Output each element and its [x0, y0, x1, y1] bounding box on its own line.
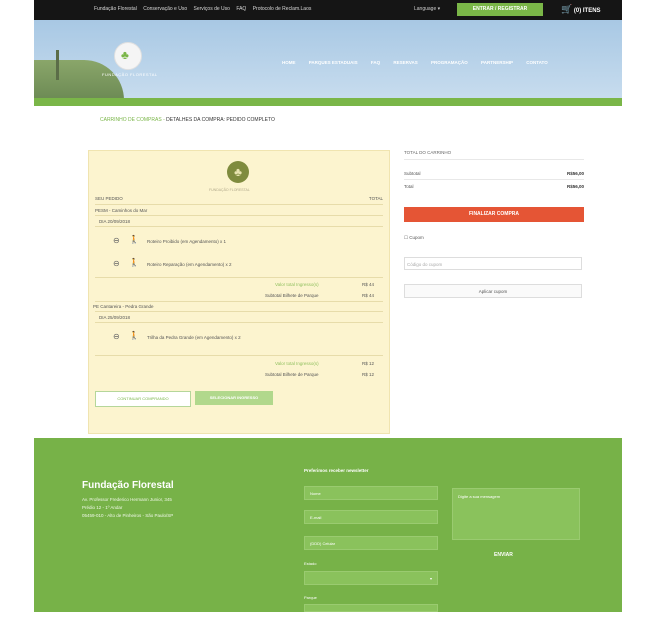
main-nav: HOME PARQUES ESTADUAIS FAQ RESERVAS PROG… [282, 60, 560, 65]
total-row: Total R$56,00 [404, 184, 584, 189]
subtotal-amount: R$56,00 [566, 171, 584, 176]
total-col-label: TOTAL [368, 196, 383, 201]
breadcrumb-link[interactable]: CARRINHO DE COMPRAS [100, 117, 162, 123]
apply-coupon-button[interactable]: Aplicar cupom [404, 284, 582, 298]
total-label: Total [404, 184, 414, 189]
divider [95, 311, 383, 312]
coupon-checkbox[interactable]: ☐ Cupom [404, 235, 424, 241]
address-line: 05459-010 - Alto de Pinheiros - São Paul… [82, 513, 174, 518]
subtotal-label: Valor total Ingresso(s) [275, 361, 319, 366]
address-line: Prédio 12 - 1º Andar [82, 505, 123, 510]
footer-org-name: Fundação Florestal [82, 480, 174, 491]
nav-item[interactable]: CONTATO [526, 60, 548, 65]
coupon-input[interactable]: Código do cupom [404, 257, 582, 270]
phone-field[interactable]: (DDD) Celular [304, 536, 438, 550]
hiker-icon: 🚶 [129, 331, 139, 340]
cart-icon: 🛒 [561, 4, 573, 14]
breadcrumb: CARRINHO DE COMPRAS - DETALHES DA COMPRA… [100, 117, 275, 123]
nav-item[interactable]: RESERVAS [393, 60, 417, 65]
hill-illustration [34, 60, 124, 100]
tree-logo-icon: ♣ [227, 161, 249, 183]
page-frame: Fundação Florestal Conservação e Uso Ser… [34, 0, 622, 639]
address-line: Av. Professor Frederico Hermann Junior, … [82, 497, 172, 502]
divider [95, 355, 383, 356]
state-select[interactable]: ▾ [304, 571, 438, 585]
checkout-button[interactable]: FINALIZAR COMPRA [404, 207, 584, 222]
cart-item: Trilha da Pedra Grande (em Agendamento) … [147, 335, 241, 340]
hiker-icon: 🚶 [129, 235, 139, 244]
login-button[interactable]: ENTRAR / REGISTRAR [457, 3, 543, 16]
header-stripe [34, 98, 622, 106]
state-label: Estado [304, 561, 317, 566]
continue-shopping-button[interactable]: CONTINUAR COMPRANDO [95, 391, 191, 407]
subtotal-label: Subtotal [404, 171, 421, 176]
remove-item-icon[interactable]: ⊖ [113, 259, 120, 268]
divider [95, 215, 383, 216]
top-link[interactable]: FAQ [236, 6, 246, 12]
cart-link[interactable]: 🛒 (0) ITENS [561, 4, 601, 15]
remove-item-icon[interactable]: ⊖ [113, 236, 120, 245]
divider [404, 159, 584, 160]
nav-item[interactable]: PARQUES ESTADUAIS [309, 60, 358, 65]
remove-item-icon[interactable]: ⊖ [113, 332, 120, 341]
site-header: ♣ FUNDAÇÃO FLORESTAL HOME PARQUES ESTADU… [34, 20, 622, 100]
totals-title: TOTAL DO CARRINHO [404, 150, 452, 155]
subtotal-value: R$ 12 [362, 361, 375, 366]
divider [404, 179, 584, 180]
cart-count: (0) ITENS [573, 8, 601, 14]
park-label: Parque [304, 595, 317, 600]
chevron-down-icon: ▾ [429, 576, 432, 581]
visit-date: DIA 20/09/2018 [99, 219, 131, 224]
hiker-icon: 🚶 [129, 258, 139, 267]
footer-address: Av. Professor Frederico Hermann Junior, … [82, 496, 173, 520]
park-select[interactable] [304, 604, 438, 612]
cart-totals: TOTAL DO CARRINHO Subtotal R$56,00 Total… [404, 150, 584, 298]
top-link[interactable]: Protocolo de Reclam.Laos [253, 6, 312, 12]
top-bar: Fundação Florestal Conservação e Uso Ser… [34, 0, 622, 20]
divider [95, 277, 383, 278]
park-subtotal-value: R$ 44 [362, 293, 375, 298]
subtotal-value: R$ 44 [362, 282, 375, 287]
site-footer: Fundação Florestal Av. Professor Frederi… [34, 438, 622, 612]
divider [95, 226, 383, 227]
email-field[interactable]: E-mail [304, 510, 438, 524]
logo-text: FUNDAÇÃO FLORESTAL [102, 72, 158, 77]
tower-illustration [56, 50, 59, 80]
subtotal-label: Valor total Ingresso(s) [275, 282, 319, 287]
cart-item: Roteiro Proibido (em Agendamento) x 1 [147, 239, 227, 244]
name-field[interactable]: Nome [304, 486, 438, 500]
park-name: PE Cantareira - Pedra Grande [93, 304, 154, 309]
message-field[interactable]: Digite a sua mensagem [452, 488, 580, 540]
divider [95, 322, 383, 323]
top-link[interactable]: Conservação e Uso [143, 6, 187, 12]
send-button[interactable]: ENVIAR [494, 552, 513, 558]
order-summary: ♣ FUNDAÇÃO FLORESTAL SEU PEDIDO TOTAL PE… [88, 150, 390, 434]
nav-item[interactable]: FAQ [371, 60, 380, 65]
select-ticket-button[interactable]: SELECIONAR INGRESSO [195, 391, 273, 405]
order-header: SEU PEDIDO TOTAL [95, 196, 383, 201]
nav-item[interactable]: PROGRAMAÇÃO [431, 60, 468, 65]
language-select[interactable]: Language ▾ [414, 6, 440, 12]
divider [95, 301, 383, 302]
newsletter-title: Preferimos receber newsletter [304, 468, 369, 473]
park-subtotal-value: R$ 12 [362, 372, 375, 377]
top-link[interactable]: Fundação Florestal [94, 6, 137, 12]
park-name: PESM - Caminhos do Mar [95, 208, 148, 213]
subtotal-row: Subtotal R$56,00 [404, 171, 584, 176]
nav-item[interactable]: PARTNERSHIP [481, 60, 513, 65]
park-subtotal-label: Subtotal Bilhete de Parque [265, 372, 319, 377]
breadcrumb-current: DETALHES DA COMPRA: PEDIDO COMPLETO [166, 117, 275, 123]
tree-icon: ♣ [121, 48, 129, 62]
divider [95, 204, 383, 205]
visit-date: DIA 25/09/2018 [99, 315, 131, 320]
nav-item[interactable]: HOME [282, 60, 296, 65]
cart-item: Roteiro Reparação (em Agendamento) x 2 [147, 262, 232, 267]
order-col-label: SEU PEDIDO [95, 196, 123, 201]
total-amount: R$56,00 [566, 184, 584, 189]
cart-logo-text: FUNDAÇÃO FLORESTAL [209, 188, 250, 192]
top-link[interactable]: Serviços de Uso [194, 6, 230, 12]
top-links: Fundação Florestal Conservação e Uso Ser… [94, 6, 316, 12]
park-subtotal-label: Subtotal Bilhete de Parque [265, 293, 319, 298]
